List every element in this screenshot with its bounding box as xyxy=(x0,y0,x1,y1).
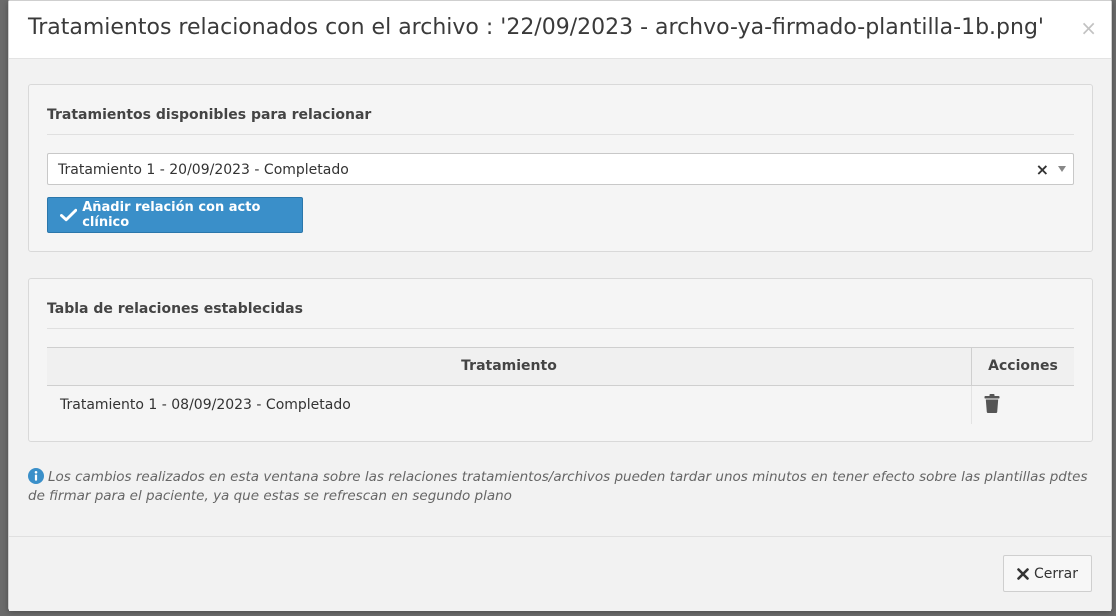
close-button[interactable]: Cerrar xyxy=(1003,555,1092,592)
info-note-text: Los cambios realizados en esta ventana s… xyxy=(28,469,1088,504)
divider xyxy=(47,328,1074,329)
modal-header: Tratamientos relacionados con el archivo… xyxy=(9,1,1111,59)
table-cell-treatment: Tratamiento 1 - 08/09/2023 - Completado xyxy=(60,397,351,413)
add-relation-button-label: Añadir relación con acto clínico xyxy=(82,200,261,230)
available-treatments-heading: Tratamientos disponibles para relacionar xyxy=(47,107,372,123)
relations-panel: Tabla de relaciones establecidas Tratami… xyxy=(28,278,1093,442)
table-row: Tratamiento 1 - 08/09/2023 - Completado xyxy=(47,386,1074,424)
relations-table: Tratamiento Acciones Tratamiento 1 - 08/… xyxy=(47,347,1074,424)
available-treatments-panel: Tratamientos disponibles para relacionar… xyxy=(28,84,1093,252)
add-relation-button[interactable]: Añadir relación con acto clínico xyxy=(47,197,303,233)
table-header: Tratamiento Acciones xyxy=(47,347,1074,386)
cell-divider xyxy=(971,386,972,424)
close-button-label: Cerrar xyxy=(1034,565,1078,582)
relations-heading: Tabla de relaciones establecidas xyxy=(47,301,303,317)
treatment-select[interactable]: Tratamiento 1 - 20/09/2023 - Completado … xyxy=(47,153,1074,185)
treatment-select-value: Tratamiento 1 - 20/09/2023 - Completado xyxy=(58,162,349,178)
chevron-down-icon[interactable] xyxy=(1058,166,1066,172)
info-note: Los cambios realizados en esta ventana s… xyxy=(28,468,1098,506)
modal-dialog: Tratamientos relacionados con el archivo… xyxy=(8,0,1112,611)
close-icon xyxy=(1017,567,1029,580)
trash-icon[interactable] xyxy=(984,394,1000,413)
clear-selection-icon[interactable]: × xyxy=(1036,160,1049,179)
check-icon xyxy=(60,208,78,222)
info-icon xyxy=(28,468,44,484)
divider xyxy=(47,134,1074,135)
column-header-treatment[interactable]: Tratamiento xyxy=(47,348,971,385)
close-icon[interactable]: × xyxy=(1080,18,1097,38)
modal-title: Tratamientos relacionados con el archivo… xyxy=(28,15,1044,40)
modal-footer: Cerrar xyxy=(9,536,1111,611)
column-header-actions: Acciones xyxy=(971,348,1074,385)
